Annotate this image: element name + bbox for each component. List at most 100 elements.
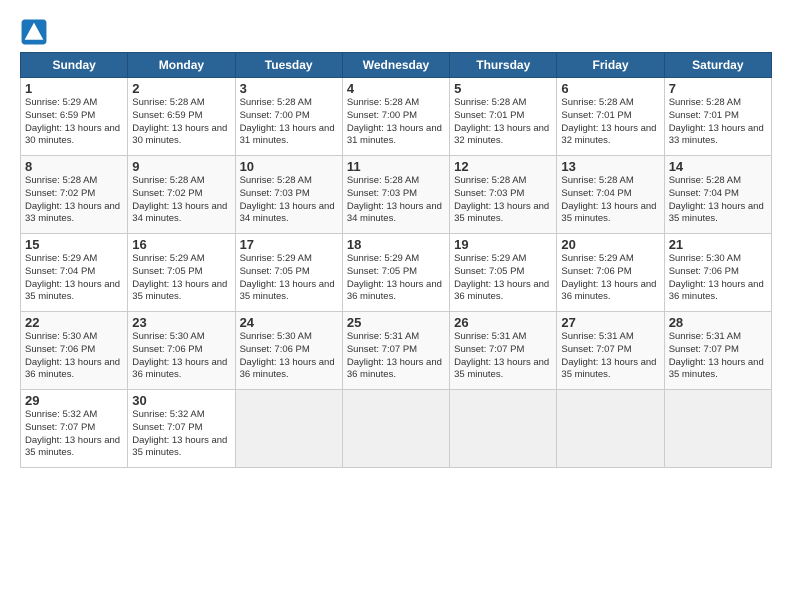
weekday-header: Thursday	[450, 53, 557, 78]
day-number: 15	[25, 237, 123, 252]
day-info: Sunrise: 5:28 AMSunset: 7:03 PMDaylight:…	[347, 175, 445, 226]
day-info: Sunrise: 5:28 AMSunset: 6:59 PMDaylight:…	[132, 97, 230, 148]
calendar-day: 24Sunrise: 5:30 AMSunset: 7:06 PMDayligh…	[235, 312, 342, 390]
day-info: Sunrise: 5:29 AMSunset: 7:05 PMDaylight:…	[132, 253, 230, 304]
calendar-day: 2Sunrise: 5:28 AMSunset: 6:59 PMDaylight…	[128, 78, 235, 156]
calendar-day	[664, 390, 771, 468]
header	[20, 18, 772, 46]
day-info: Sunrise: 5:29 AMSunset: 7:06 PMDaylight:…	[561, 253, 659, 304]
page: SundayMondayTuesdayWednesdayThursdayFrid…	[0, 0, 792, 478]
weekday-header: Tuesday	[235, 53, 342, 78]
day-info: Sunrise: 5:32 AMSunset: 7:07 PMDaylight:…	[132, 409, 230, 460]
day-info: Sunrise: 5:30 AMSunset: 7:06 PMDaylight:…	[132, 331, 230, 382]
logo	[20, 18, 50, 46]
day-info: Sunrise: 5:28 AMSunset: 7:00 PMDaylight:…	[347, 97, 445, 148]
day-number: 11	[347, 159, 445, 174]
day-number: 25	[347, 315, 445, 330]
day-number: 30	[132, 393, 230, 408]
day-number: 7	[669, 81, 767, 96]
calendar-day: 25Sunrise: 5:31 AMSunset: 7:07 PMDayligh…	[342, 312, 449, 390]
day-number: 14	[669, 159, 767, 174]
day-info: Sunrise: 5:28 AMSunset: 7:00 PMDaylight:…	[240, 97, 338, 148]
day-info: Sunrise: 5:31 AMSunset: 7:07 PMDaylight:…	[454, 331, 552, 382]
day-info: Sunrise: 5:28 AMSunset: 7:04 PMDaylight:…	[669, 175, 767, 226]
calendar-day: 27Sunrise: 5:31 AMSunset: 7:07 PMDayligh…	[557, 312, 664, 390]
calendar-day	[235, 390, 342, 468]
day-info: Sunrise: 5:29 AMSunset: 7:05 PMDaylight:…	[347, 253, 445, 304]
calendar-table: SundayMondayTuesdayWednesdayThursdayFrid…	[20, 52, 772, 468]
calendar-day: 6Sunrise: 5:28 AMSunset: 7:01 PMDaylight…	[557, 78, 664, 156]
calendar-day	[557, 390, 664, 468]
day-number: 1	[25, 81, 123, 96]
day-number: 17	[240, 237, 338, 252]
day-info: Sunrise: 5:29 AMSunset: 7:05 PMDaylight:…	[240, 253, 338, 304]
calendar-day: 10Sunrise: 5:28 AMSunset: 7:03 PMDayligh…	[235, 156, 342, 234]
calendar-day: 23Sunrise: 5:30 AMSunset: 7:06 PMDayligh…	[128, 312, 235, 390]
day-number: 28	[669, 315, 767, 330]
day-info: Sunrise: 5:30 AMSunset: 7:06 PMDaylight:…	[669, 253, 767, 304]
day-number: 2	[132, 81, 230, 96]
day-number: 10	[240, 159, 338, 174]
day-info: Sunrise: 5:28 AMSunset: 7:01 PMDaylight:…	[669, 97, 767, 148]
calendar-day: 3Sunrise: 5:28 AMSunset: 7:00 PMDaylight…	[235, 78, 342, 156]
calendar-week-row: 1Sunrise: 5:29 AMSunset: 6:59 PMDaylight…	[21, 78, 772, 156]
calendar-day	[450, 390, 557, 468]
weekday-header: Saturday	[664, 53, 771, 78]
weekday-header-row: SundayMondayTuesdayWednesdayThursdayFrid…	[21, 53, 772, 78]
calendar-day: 28Sunrise: 5:31 AMSunset: 7:07 PMDayligh…	[664, 312, 771, 390]
day-number: 12	[454, 159, 552, 174]
day-info: Sunrise: 5:29 AMSunset: 7:04 PMDaylight:…	[25, 253, 123, 304]
day-number: 13	[561, 159, 659, 174]
calendar-day: 15Sunrise: 5:29 AMSunset: 7:04 PMDayligh…	[21, 234, 128, 312]
calendar-day: 18Sunrise: 5:29 AMSunset: 7:05 PMDayligh…	[342, 234, 449, 312]
calendar-day: 19Sunrise: 5:29 AMSunset: 7:05 PMDayligh…	[450, 234, 557, 312]
day-number: 9	[132, 159, 230, 174]
day-info: Sunrise: 5:28 AMSunset: 7:03 PMDaylight:…	[454, 175, 552, 226]
weekday-header: Friday	[557, 53, 664, 78]
day-number: 19	[454, 237, 552, 252]
day-number: 6	[561, 81, 659, 96]
calendar-week-row: 29 Sunrise: 5:32 AMSunset: 7:07 PMDayligh…	[21, 390, 772, 468]
calendar-day: 22Sunrise: 5:30 AMSunset: 7:06 PMDayligh…	[21, 312, 128, 390]
day-info: Sunrise: 5:30 AMSunset: 7:06 PMDaylight:…	[25, 331, 123, 382]
day-number: 20	[561, 237, 659, 252]
day-info: Sunrise: 5:28 AMSunset: 7:02 PMDaylight:…	[25, 175, 123, 226]
logo-icon	[20, 18, 48, 46]
calendar-day: 9Sunrise: 5:28 AMSunset: 7:02 PMDaylight…	[128, 156, 235, 234]
day-number: 21	[669, 237, 767, 252]
calendar-week-row: 22Sunrise: 5:30 AMSunset: 7:06 PMDayligh…	[21, 312, 772, 390]
calendar-day: 13Sunrise: 5:28 AMSunset: 7:04 PMDayligh…	[557, 156, 664, 234]
day-info: Sunrise: 5:28 AMSunset: 7:01 PMDaylight:…	[454, 97, 552, 148]
calendar-week-row: 15Sunrise: 5:29 AMSunset: 7:04 PMDayligh…	[21, 234, 772, 312]
day-info: Sunrise: 5:31 AMSunset: 7:07 PMDaylight:…	[669, 331, 767, 382]
day-info: Sunrise: 5:28 AMSunset: 7:02 PMDaylight:…	[132, 175, 230, 226]
calendar-day: 16Sunrise: 5:29 AMSunset: 7:05 PMDayligh…	[128, 234, 235, 312]
day-number: 8	[25, 159, 123, 174]
day-info: Sunrise: 5:29 AMSunset: 7:05 PMDaylight:…	[454, 253, 552, 304]
calendar-day: 7Sunrise: 5:28 AMSunset: 7:01 PMDaylight…	[664, 78, 771, 156]
day-number: 22	[25, 315, 123, 330]
calendar-day: 21Sunrise: 5:30 AMSunset: 7:06 PMDayligh…	[664, 234, 771, 312]
calendar-week-row: 8Sunrise: 5:28 AMSunset: 7:02 PMDaylight…	[21, 156, 772, 234]
day-number: 29	[25, 393, 123, 408]
day-number: 5	[454, 81, 552, 96]
day-info: Sunrise: 5:31 AMSunset: 7:07 PMDaylight:…	[561, 331, 659, 382]
weekday-header: Wednesday	[342, 53, 449, 78]
calendar-day: 4Sunrise: 5:28 AMSunset: 7:00 PMDaylight…	[342, 78, 449, 156]
weekday-header: Monday	[128, 53, 235, 78]
day-number: 16	[132, 237, 230, 252]
calendar-day: 29Sunrise: 5:32 AMSunset: 7:07 PMDayligh…	[21, 390, 128, 468]
calendar-day: 20Sunrise: 5:29 AMSunset: 7:06 PMDayligh…	[557, 234, 664, 312]
day-info: Sunrise: 5:31 AMSunset: 7:07 PMDaylight:…	[347, 331, 445, 382]
day-info: Sunrise: 5:28 AMSunset: 7:04 PMDaylight:…	[561, 175, 659, 226]
calendar-day	[342, 390, 449, 468]
calendar-day: 8Sunrise: 5:28 AMSunset: 7:02 PMDaylight…	[21, 156, 128, 234]
day-number: 4	[347, 81, 445, 96]
day-number: 26	[454, 315, 552, 330]
day-info: Sunrise: 5:28 AMSunset: 7:01 PMDaylight:…	[561, 97, 659, 148]
calendar-day: 11Sunrise: 5:28 AMSunset: 7:03 PMDayligh…	[342, 156, 449, 234]
calendar-day: 5Sunrise: 5:28 AMSunset: 7:01 PMDaylight…	[450, 78, 557, 156]
calendar-day: 14Sunrise: 5:28 AMSunset: 7:04 PMDayligh…	[664, 156, 771, 234]
calendar-day: 1Sunrise: 5:29 AMSunset: 6:59 PMDaylight…	[21, 78, 128, 156]
calendar-day: 17Sunrise: 5:29 AMSunset: 7:05 PMDayligh…	[235, 234, 342, 312]
